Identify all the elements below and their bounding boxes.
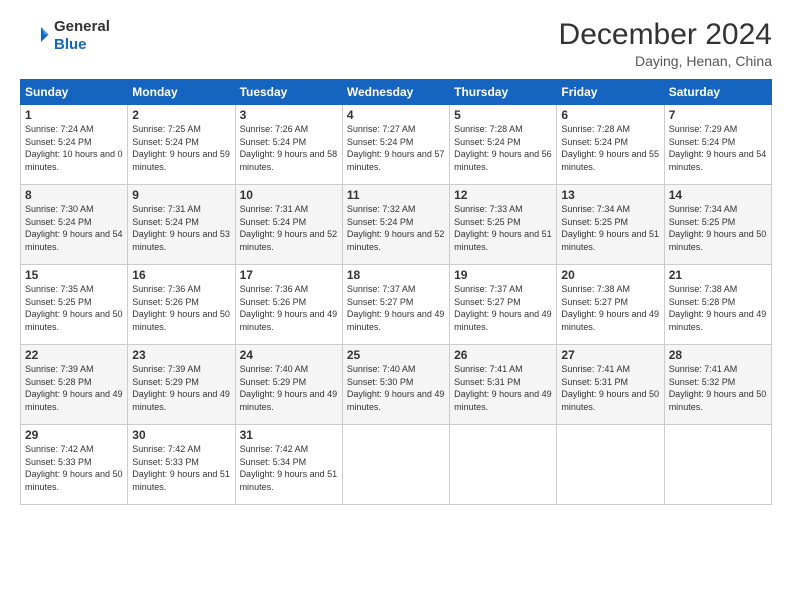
header-sunday: Sunday bbox=[21, 80, 128, 105]
empty-cell-1 bbox=[342, 425, 449, 505]
day-cell-27: 27 Sunrise: 7:41 AMSunset: 5:31 PMDaylig… bbox=[557, 345, 664, 425]
header-tuesday: Tuesday bbox=[235, 80, 342, 105]
day-cell-22: 22 Sunrise: 7:39 AMSunset: 5:28 PMDaylig… bbox=[21, 345, 128, 425]
day-cell-26: 26 Sunrise: 7:41 AMSunset: 5:31 PMDaylig… bbox=[450, 345, 557, 425]
day-cell-28: 28 Sunrise: 7:41 AMSunset: 5:32 PMDaylig… bbox=[664, 345, 771, 425]
day-cell-4: 4 Sunrise: 7:27 AMSunset: 5:24 PMDayligh… bbox=[342, 105, 449, 185]
day-cell-9: 9 Sunrise: 7:31 AMSunset: 5:24 PMDayligh… bbox=[128, 185, 235, 265]
day-cell-24: 24 Sunrise: 7:40 AMSunset: 5:29 PMDaylig… bbox=[235, 345, 342, 425]
day-cell-31: 31 Sunrise: 7:42 AMSunset: 5:34 PMDaylig… bbox=[235, 425, 342, 505]
header-thursday: Thursday bbox=[450, 80, 557, 105]
calendar-table: Sunday Monday Tuesday Wednesday Thursday… bbox=[20, 79, 772, 505]
day-cell-2: 2 Sunrise: 7:25 AMSunset: 5:24 PMDayligh… bbox=[128, 105, 235, 185]
day-cell-25: 25 Sunrise: 7:40 AMSunset: 5:30 PMDaylig… bbox=[342, 345, 449, 425]
header-wednesday: Wednesday bbox=[342, 80, 449, 105]
day-cell-29: 29 Sunrise: 7:42 AMSunset: 5:33 PMDaylig… bbox=[21, 425, 128, 505]
day-cell-20: 20 Sunrise: 7:38 AMSunset: 5:27 PMDaylig… bbox=[557, 265, 664, 345]
day-cell-5: 5 Sunrise: 7:28 AMSunset: 5:24 PMDayligh… bbox=[450, 105, 557, 185]
day-cell-21: 21 Sunrise: 7:38 AMSunset: 5:28 PMDaylig… bbox=[664, 265, 771, 345]
location-subtitle: Daying, Henan, China bbox=[559, 53, 772, 69]
day-cell-11: 11 Sunrise: 7:32 AMSunset: 5:24 PMDaylig… bbox=[342, 185, 449, 265]
week-row-1: 1 Sunrise: 7:24 AMSunset: 5:24 PMDayligh… bbox=[21, 105, 772, 185]
day-cell-30: 30 Sunrise: 7:42 AMSunset: 5:33 PMDaylig… bbox=[128, 425, 235, 505]
header-monday: Monday bbox=[128, 80, 235, 105]
day-cell-10: 10 Sunrise: 7:31 AMSunset: 5:24 PMDaylig… bbox=[235, 185, 342, 265]
week-row-2: 8 Sunrise: 7:30 AMSunset: 5:24 PMDayligh… bbox=[21, 185, 772, 265]
logo: General Blue bbox=[20, 18, 110, 54]
day-cell-15: 15 Sunrise: 7:35 AMSunset: 5:25 PMDaylig… bbox=[21, 265, 128, 345]
day-cell-3: 3 Sunrise: 7:26 AMSunset: 5:24 PMDayligh… bbox=[235, 105, 342, 185]
logo-text: General Blue bbox=[54, 18, 110, 54]
header-friday: Friday bbox=[557, 80, 664, 105]
day-cell-23: 23 Sunrise: 7:39 AMSunset: 5:29 PMDaylig… bbox=[128, 345, 235, 425]
empty-cell-2 bbox=[450, 425, 557, 505]
title-block: December 2024 Daying, Henan, China bbox=[559, 18, 772, 69]
header-saturday: Saturday bbox=[664, 80, 771, 105]
header: General Blue December 2024 Daying, Henan… bbox=[20, 18, 772, 69]
day-cell-16: 16 Sunrise: 7:36 AMSunset: 5:26 PMDaylig… bbox=[128, 265, 235, 345]
day-cell-19: 19 Sunrise: 7:37 AMSunset: 5:27 PMDaylig… bbox=[450, 265, 557, 345]
week-row-5: 29 Sunrise: 7:42 AMSunset: 5:33 PMDaylig… bbox=[21, 425, 772, 505]
logo-blue: Blue bbox=[54, 36, 87, 53]
day-cell-12: 12 Sunrise: 7:33 AMSunset: 5:25 PMDaylig… bbox=[450, 185, 557, 265]
day-cell-6: 6 Sunrise: 7:28 AMSunset: 5:24 PMDayligh… bbox=[557, 105, 664, 185]
empty-cell-3 bbox=[557, 425, 664, 505]
day-cell-7: 7 Sunrise: 7:29 AMSunset: 5:24 PMDayligh… bbox=[664, 105, 771, 185]
weekday-header-row: Sunday Monday Tuesday Wednesday Thursday… bbox=[21, 80, 772, 105]
logo-general: General bbox=[54, 18, 110, 35]
day-cell-17: 17 Sunrise: 7:36 AMSunset: 5:26 PMDaylig… bbox=[235, 265, 342, 345]
page: General Blue December 2024 Daying, Henan… bbox=[0, 0, 792, 612]
week-row-3: 15 Sunrise: 7:35 AMSunset: 5:25 PMDaylig… bbox=[21, 265, 772, 345]
week-row-4: 22 Sunrise: 7:39 AMSunset: 5:28 PMDaylig… bbox=[21, 345, 772, 425]
day-cell-13: 13 Sunrise: 7:34 AMSunset: 5:25 PMDaylig… bbox=[557, 185, 664, 265]
month-title: December 2024 bbox=[559, 18, 772, 51]
day-cell-18: 18 Sunrise: 7:37 AMSunset: 5:27 PMDaylig… bbox=[342, 265, 449, 345]
empty-cell-4 bbox=[664, 425, 771, 505]
day-cell-8: 8 Sunrise: 7:30 AMSunset: 5:24 PMDayligh… bbox=[21, 185, 128, 265]
day-cell-14: 14 Sunrise: 7:34 AMSunset: 5:25 PMDaylig… bbox=[664, 185, 771, 265]
day-cell-1: 1 Sunrise: 7:24 AMSunset: 5:24 PMDayligh… bbox=[21, 105, 128, 185]
logo-icon bbox=[20, 21, 50, 51]
